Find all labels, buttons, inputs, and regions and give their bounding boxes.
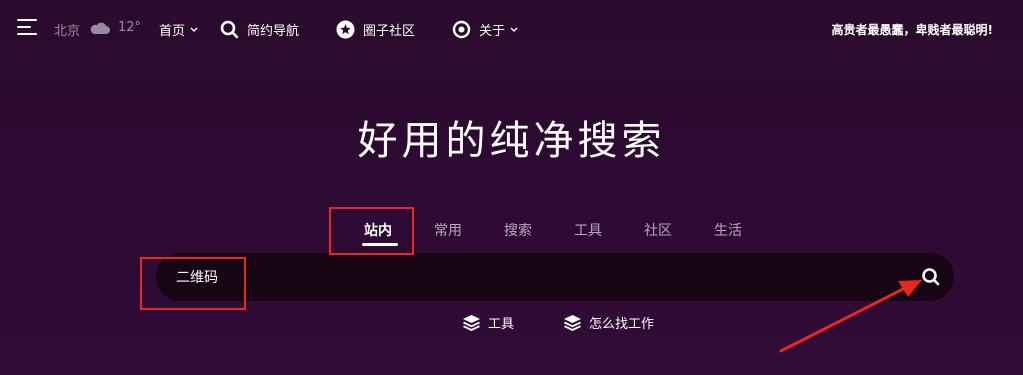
annotation-arrow [779, 280, 922, 353]
